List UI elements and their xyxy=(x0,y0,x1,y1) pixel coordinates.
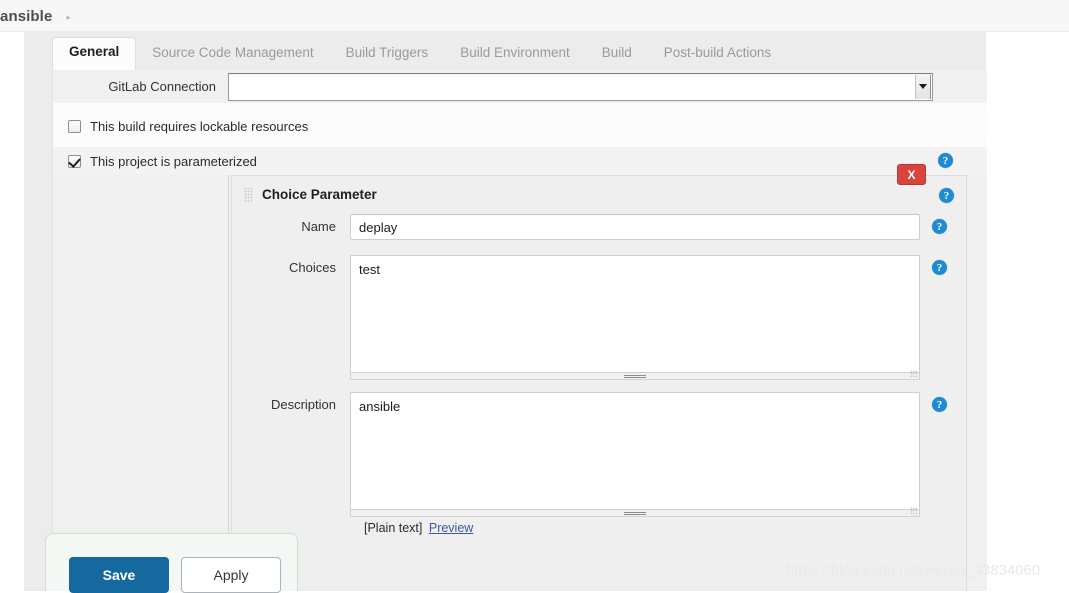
tab-build[interactable]: Build xyxy=(586,38,648,70)
tab-build-environment[interactable]: Build Environment xyxy=(444,38,586,70)
chevron-down-icon[interactable] xyxy=(915,74,931,99)
breadcrumb-separator-icon: ▸ xyxy=(66,11,71,22)
parameter-description-textarea[interactable] xyxy=(350,392,920,510)
tab-build-triggers[interactable]: Build Triggers xyxy=(330,38,445,70)
save-apply-bar: Save Apply xyxy=(45,533,298,593)
drag-grip-icon[interactable] xyxy=(244,186,253,203)
general-config-form: GitLab Connection This build requires lo… xyxy=(52,70,987,591)
parameter-choices-textarea-wrap xyxy=(350,255,920,380)
help-icon-choice-parameter[interactable]: ? xyxy=(939,188,954,203)
help-icon-parameter-name[interactable]: ? xyxy=(932,219,947,234)
parameter-name-label: Name xyxy=(301,219,336,234)
parameter-description-row: Description ? xyxy=(232,392,968,517)
choice-parameter-title: Choice Parameter xyxy=(262,187,377,202)
choices-resize-handle[interactable] xyxy=(350,373,920,380)
breadcrumb: ansible ▸ xyxy=(0,0,71,32)
lockable-resources-row[interactable]: This build requires lockable resources xyxy=(53,112,987,140)
parameter-description-label: Description xyxy=(270,397,336,412)
config-tab-bar: General Source Code Management Build Tri… xyxy=(24,32,986,70)
tab-post-build-actions[interactable]: Post-build Actions xyxy=(648,38,787,70)
markup-type-label: [Plain text] xyxy=(364,521,423,535)
lockable-resources-label[interactable]: This build requires lockable resources xyxy=(90,119,308,134)
page-right-gutter xyxy=(986,32,1069,591)
tab-general[interactable]: General xyxy=(52,36,137,70)
help-icon-parameterized[interactable]: ? xyxy=(938,153,953,168)
page-left-gutter xyxy=(0,32,24,591)
save-button[interactable]: Save xyxy=(69,557,169,593)
gitlab-connection-label: GitLab Connection xyxy=(108,79,216,94)
parameter-choices-row: Choices ? xyxy=(232,255,968,380)
choice-parameter-header: Choice Parameter X ? xyxy=(232,164,968,213)
description-resize-handle[interactable] xyxy=(350,510,920,517)
parameter-name-row: Name ? xyxy=(232,214,968,240)
gitlab-connection-row: GitLab Connection xyxy=(53,70,987,103)
breadcrumb-item-ansible[interactable]: ansible xyxy=(0,8,52,25)
preview-link[interactable]: Preview xyxy=(429,521,473,535)
parameterized-row[interactable]: This project is parameterized ? xyxy=(53,147,987,175)
close-parameter-button[interactable]: X xyxy=(897,164,926,185)
help-icon-parameter-description[interactable]: ? xyxy=(932,397,947,412)
apply-button[interactable]: Apply xyxy=(181,557,281,593)
choice-parameter-block: Choice Parameter X ? Name ? Choices xyxy=(231,164,968,591)
parameterized-checkbox[interactable] xyxy=(68,154,81,168)
parameter-description-textarea-wrap xyxy=(350,392,920,517)
help-icon-parameter-choices[interactable]: ? xyxy=(932,260,947,275)
lockable-resources-checkbox[interactable] xyxy=(68,119,81,133)
parameters-left-column xyxy=(53,175,229,591)
tab-source-code-management[interactable]: Source Code Management xyxy=(136,38,329,70)
parameters-area: Choice Parameter X ? Name ? Choices xyxy=(53,164,987,591)
parameter-choices-textarea[interactable] xyxy=(350,255,920,373)
gitlab-connection-select[interactable] xyxy=(228,72,933,101)
parameterized-label[interactable]: This project is parameterized xyxy=(90,154,257,169)
description-markup-note: [Plain text] Preview xyxy=(364,521,473,535)
parameter-name-input[interactable] xyxy=(350,214,920,240)
parameter-choices-label: Choices xyxy=(289,260,336,275)
breadcrumb-bar: ansible ▸ xyxy=(0,0,1069,32)
